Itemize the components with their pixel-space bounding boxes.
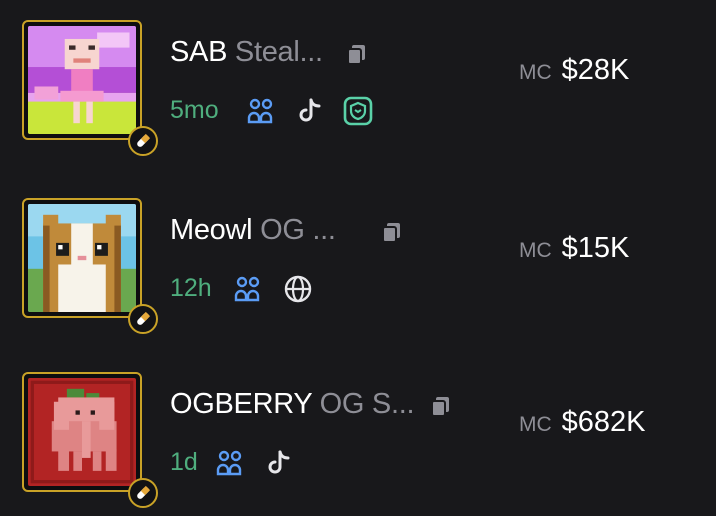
copy-icon[interactable] [380,220,404,244]
market-cap-label: MC [519,61,552,84]
token-ticker: OGBERRY [170,388,312,420]
token-ticker: SAB [170,36,228,68]
tiktok-icon[interactable] [296,96,326,126]
market-cap: MC $15K [519,232,629,265]
token-name: OG ... [260,214,336,246]
token-title[interactable]: Meowl OG ... [170,214,336,247]
market-cap: MC $682K [519,406,646,439]
pill-badge [128,126,158,156]
market-cap-value: $15K [561,232,630,264]
globe-icon[interactable] [283,274,313,304]
market-cap-label: MC [519,239,552,262]
holders-icon[interactable] [215,448,245,478]
pill-icon [137,485,151,499]
token-title[interactable]: OGBERRY OG S... [170,388,415,421]
token-age: 5mo [170,96,219,124]
token-row[interactable]: Meowl OG ... 12h MC $15K [0,186,716,334]
token-image-art [28,204,136,312]
token-image[interactable] [22,198,142,318]
market-cap-label: MC [519,413,552,436]
token-age: 12h [170,274,212,302]
token-image[interactable] [22,20,142,140]
holders-icon[interactable] [246,96,276,126]
token-image-art [28,378,136,486]
market-cap: MC $28K [519,54,629,87]
token-image[interactable] [22,372,142,492]
pill-badge [128,478,158,508]
market-cap-value: $682K [561,406,646,438]
dex-shield-icon[interactable] [343,96,373,126]
token-row[interactable]: SAB Steal... 5mo MC $28K [0,8,716,156]
token-name: OG S... [319,388,415,420]
pill-icon [137,311,151,325]
token-age: 1d [170,448,198,476]
token-image-art [28,26,136,134]
copy-icon[interactable] [345,42,369,66]
token-ticker: Meowl [170,214,253,246]
market-cap-value: $28K [561,54,630,86]
token-title[interactable]: SAB Steal... [170,36,323,69]
pill-badge [128,304,158,334]
pill-icon [137,133,151,147]
token-name: Steal... [234,36,323,68]
holders-icon[interactable] [233,274,263,304]
copy-icon[interactable] [429,394,453,418]
token-row[interactable]: OGBERRY OG S... 1d MC $682K [0,360,716,508]
tiktok-icon[interactable] [265,448,295,478]
